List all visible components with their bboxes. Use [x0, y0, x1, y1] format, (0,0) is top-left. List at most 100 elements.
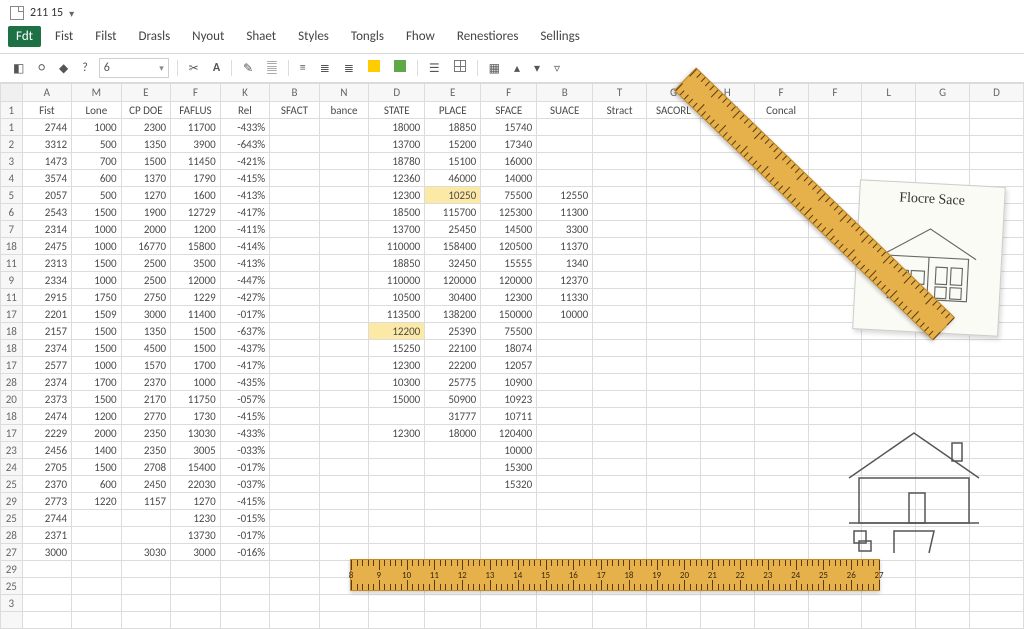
cell[interactable] — [270, 595, 320, 612]
cell[interactable] — [270, 612, 320, 629]
cell[interactable] — [270, 442, 320, 459]
cell[interactable] — [537, 425, 593, 442]
cell[interactable]: 1509 — [72, 306, 122, 323]
cell[interactable] — [700, 187, 754, 204]
column-header[interactable]: N — [319, 84, 369, 102]
column-header[interactable]: K — [220, 84, 270, 102]
cell[interactable] — [593, 170, 647, 187]
cell[interactable]: 10000 — [481, 442, 537, 459]
cell[interactable]: 3030 — [121, 544, 171, 561]
cell[interactable]: 600 — [72, 170, 122, 187]
cell[interactable]: 2773 — [22, 493, 72, 510]
cell[interactable] — [647, 340, 701, 357]
cell[interactable] — [319, 595, 369, 612]
cell[interactable] — [270, 544, 320, 561]
cell[interactable]: 2000 — [72, 425, 122, 442]
cell[interactable] — [969, 119, 1023, 136]
cell[interactable]: 2577 — [22, 357, 72, 374]
cell[interactable] — [220, 612, 270, 629]
cell[interactable] — [916, 578, 970, 595]
cell[interactable] — [593, 153, 647, 170]
align-left-icon[interactable]: ≡ — [297, 59, 309, 77]
cell[interactable]: 15000 — [369, 391, 425, 408]
select-all-corner[interactable] — [1, 84, 23, 102]
cell[interactable]: 3900 — [171, 136, 221, 153]
cell[interactable] — [647, 153, 701, 170]
cell[interactable]: 1500 — [72, 204, 122, 221]
row-header[interactable]: 23 — [1, 442, 23, 459]
cell[interactable] — [647, 374, 701, 391]
cell[interactable] — [319, 544, 369, 561]
cell[interactable] — [593, 442, 647, 459]
cell[interactable]: 2705 — [22, 459, 72, 476]
cell[interactable] — [647, 170, 701, 187]
cell[interactable]: 32450 — [425, 255, 481, 272]
cell[interactable] — [270, 136, 320, 153]
cell[interactable]: 31777 — [425, 408, 481, 425]
cell[interactable] — [319, 306, 369, 323]
cell[interactable]: 15100 — [425, 153, 481, 170]
cell[interactable] — [754, 510, 808, 527]
cell[interactable] — [121, 527, 171, 544]
cell[interactable]: 2450 — [121, 476, 171, 493]
cell[interactable]: 1400 — [72, 442, 122, 459]
cell[interactable]: bance — [319, 102, 369, 119]
cell[interactable]: 13700 — [369, 221, 425, 238]
cell[interactable]: -017% — [220, 306, 270, 323]
cell[interactable]: 18074 — [481, 340, 537, 357]
cell[interactable]: 2370 — [121, 374, 171, 391]
cell[interactable] — [537, 408, 593, 425]
cell[interactable] — [647, 442, 701, 459]
cell[interactable]: -415% — [220, 170, 270, 187]
cell[interactable] — [754, 595, 808, 612]
cell[interactable] — [754, 306, 808, 323]
cell[interactable] — [593, 357, 647, 374]
font-color-icon[interactable] — [391, 58, 409, 78]
cell[interactable]: 12729 — [171, 204, 221, 221]
cell[interactable]: 1000 — [72, 119, 122, 136]
cell[interactable]: 14500 — [481, 221, 537, 238]
cell[interactable] — [121, 612, 171, 629]
cell[interactable] — [916, 374, 970, 391]
cell[interactable] — [700, 612, 754, 629]
cell[interactable] — [319, 153, 369, 170]
cell[interactable] — [319, 255, 369, 272]
cell[interactable] — [369, 408, 425, 425]
cell[interactable] — [969, 578, 1023, 595]
cell[interactable]: 18780 — [369, 153, 425, 170]
cell[interactable] — [319, 340, 369, 357]
cell[interactable] — [593, 289, 647, 306]
cell[interactable] — [969, 561, 1023, 578]
cell[interactable] — [647, 357, 701, 374]
cell[interactable]: -414% — [220, 238, 270, 255]
cell[interactable]: 2201 — [22, 306, 72, 323]
cell[interactable]: -435% — [220, 374, 270, 391]
cell[interactable]: -415% — [220, 493, 270, 510]
cell[interactable] — [270, 510, 320, 527]
cell[interactable]: 18850 — [425, 119, 481, 136]
cell[interactable] — [700, 170, 754, 187]
cell[interactable] — [700, 374, 754, 391]
cell[interactable]: 12300 — [369, 425, 425, 442]
cell[interactable]: -417% — [220, 204, 270, 221]
cell[interactable]: 1600 — [171, 187, 221, 204]
cell[interactable] — [593, 391, 647, 408]
cell[interactable]: 2744 — [22, 119, 72, 136]
cell[interactable]: 2500 — [121, 272, 171, 289]
cell[interactable]: 1570 — [121, 357, 171, 374]
cell[interactable] — [22, 561, 72, 578]
cell[interactable]: -417% — [220, 357, 270, 374]
cell[interactable] — [754, 323, 808, 340]
column-header[interactable]: E — [121, 84, 171, 102]
cell[interactable]: Concal — [754, 102, 808, 119]
cell[interactable] — [270, 425, 320, 442]
cell[interactable] — [72, 527, 122, 544]
row-header[interactable]: 7 — [1, 221, 23, 238]
cell[interactable] — [270, 459, 320, 476]
row-header[interactable]: 25 — [1, 510, 23, 527]
cell[interactable] — [916, 340, 970, 357]
row-header[interactable]: 3 — [1, 153, 23, 170]
cell[interactable] — [700, 527, 754, 544]
cell[interactable] — [647, 323, 701, 340]
cell[interactable] — [916, 391, 970, 408]
